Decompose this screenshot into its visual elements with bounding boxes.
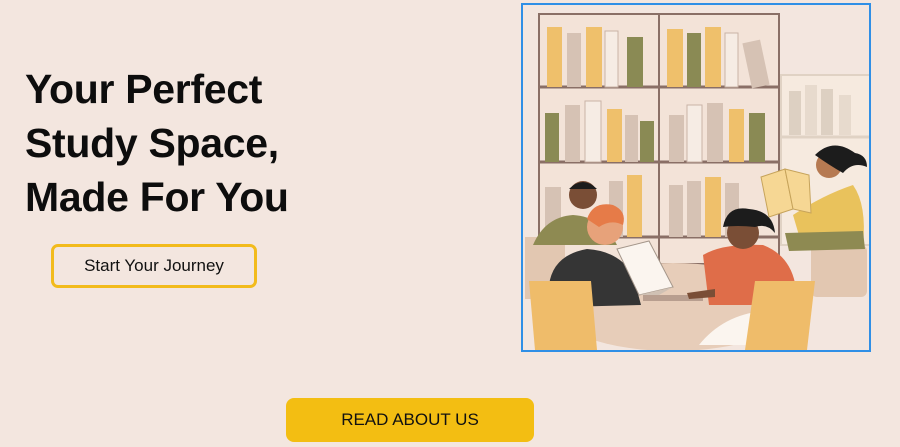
library-illustration [521,3,871,352]
read-about-us-button[interactable]: READ ABOUT US [286,398,534,442]
people-reading-in-library-icon [525,13,869,350]
hero-title-line-2: Study Space, [25,120,279,166]
hero-title-line-1: Your Perfect [25,66,263,112]
hero-title: Your Perfect Study Space, Made For You [25,62,465,224]
start-journey-button[interactable]: Start Your Journey [51,244,257,288]
hero-title-line-3: Made For You [25,174,289,220]
